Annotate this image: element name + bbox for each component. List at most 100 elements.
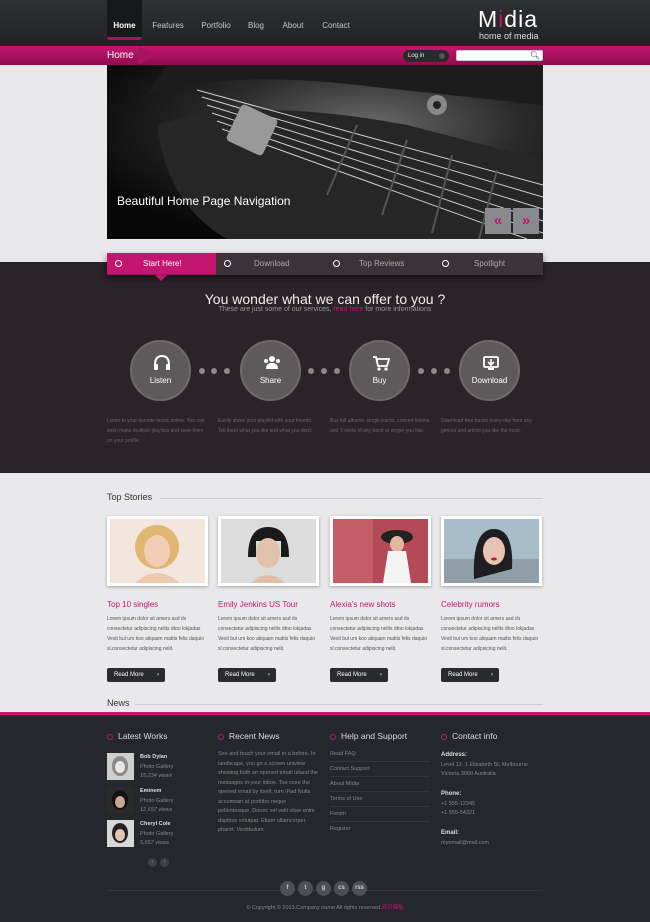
service-share-button[interactable]: Share bbox=[240, 340, 301, 401]
hero-caption: Beautiful Home Page Navigation bbox=[117, 194, 291, 208]
connector-dot bbox=[431, 368, 437, 374]
story-text-1: Lorem ipsum dolor sit amers asd ds conse… bbox=[107, 616, 204, 652]
search-input[interactable]: 🔍︎ bbox=[456, 50, 543, 61]
latest-work-views-3: 5,657 views bbox=[140, 840, 170, 846]
read-more-button-4[interactable]: Read More › bbox=[441, 668, 499, 682]
service-download-button[interactable]: Download bbox=[459, 340, 520, 401]
news-title: News bbox=[107, 698, 130, 708]
help-link-contact-support[interactable]: Contact Support bbox=[330, 766, 430, 777]
offer-title: You wonder what we can offer to you ? bbox=[204, 291, 446, 307]
latest-work-thumb-1[interactable] bbox=[107, 753, 134, 780]
read-more-button-2[interactable]: Read More › bbox=[218, 668, 276, 682]
story-title-1[interactable]: Top 10 singles bbox=[107, 600, 158, 609]
search-icon[interactable]: 🔍︎ bbox=[530, 51, 540, 61]
read-here-link[interactable]: read here bbox=[333, 306, 363, 313]
slider-prev-button[interactable]: « bbox=[485, 208, 511, 234]
nav-portfolio[interactable]: Portfolio bbox=[196, 0, 236, 40]
login-button[interactable]: Log in bbox=[403, 50, 449, 62]
breadcrumb-bar bbox=[0, 46, 650, 65]
connector-dot bbox=[211, 368, 217, 374]
connector-dot bbox=[308, 368, 314, 374]
connector-dot bbox=[444, 368, 450, 374]
logo[interactable]: Midia bbox=[478, 6, 538, 33]
latest-work-category-2: Photo Gallery bbox=[140, 798, 174, 804]
hero-slider bbox=[107, 65, 543, 239]
help-link-about[interactable]: About Midia bbox=[330, 781, 430, 792]
email-value[interactable]: myemail@mail.com bbox=[441, 839, 551, 849]
service-listen-button[interactable]: Listen bbox=[130, 340, 191, 401]
latest-work-thumb-2[interactable] bbox=[107, 787, 134, 814]
nav-home[interactable]: Home bbox=[107, 0, 142, 40]
story-image-2[interactable] bbox=[218, 516, 319, 586]
help-link-terms[interactable]: Terms of Use bbox=[330, 796, 430, 807]
read-more-button-3[interactable]: Read More › bbox=[330, 668, 388, 682]
tab-ring-icon bbox=[442, 260, 449, 267]
chevron-right-icon: › bbox=[268, 672, 270, 678]
story-title-3[interactable]: Alexia's new shots bbox=[330, 600, 396, 609]
users-icon bbox=[264, 356, 280, 369]
nav-features[interactable]: Features bbox=[148, 0, 188, 40]
phone-2: +1 555-54321 bbox=[441, 810, 476, 816]
nav-blog[interactable]: Blog bbox=[242, 0, 270, 40]
breadcrumb-arrow bbox=[138, 46, 156, 64]
services-tabs: Start Here! Download Top Reviews Spotlig… bbox=[107, 253, 543, 281]
rss-icon[interactable]: rss bbox=[352, 881, 367, 896]
service-buy-button[interactable]: Buy bbox=[349, 340, 410, 401]
ring-icon bbox=[218, 733, 224, 740]
story-image-3[interactable] bbox=[330, 516, 431, 586]
ring-icon bbox=[330, 733, 336, 740]
latest-work-views-2: 12,657 views bbox=[140, 807, 173, 813]
tab-start-here[interactable]: Start Here! bbox=[107, 253, 216, 281]
latest-works-heading: Latest Works bbox=[107, 731, 167, 741]
recent-news-text: See and touch your email in a before. In… bbox=[218, 751, 318, 833]
section-divider bbox=[160, 498, 543, 499]
latest-work-thumb-3[interactable] bbox=[107, 820, 134, 847]
lastfm-icon[interactable]: cs bbox=[334, 881, 349, 896]
recent-news-heading: Recent News bbox=[218, 731, 280, 741]
tab-ring-icon bbox=[224, 260, 231, 267]
story-title-4[interactable]: Celebrity rumors bbox=[441, 600, 500, 609]
chevron-right-icon: › bbox=[380, 672, 382, 678]
twitter-icon[interactable]: t bbox=[298, 881, 313, 896]
story-title-2[interactable]: Emily Jenkins US Tour bbox=[218, 600, 298, 609]
tab-top-reviews[interactable]: Top Reviews bbox=[325, 253, 434, 275]
help-link-register[interactable]: Register bbox=[330, 826, 430, 836]
latest-work-name-1[interactable]: Bob Dylan bbox=[140, 754, 167, 760]
service-desc-listen: Listen to your favorite music online. Yo… bbox=[107, 418, 205, 444]
address-label: Address: bbox=[441, 752, 468, 758]
tab-download[interactable]: Download bbox=[216, 253, 325, 275]
tab-ring-icon bbox=[115, 260, 122, 267]
google-icon[interactable]: g bbox=[316, 881, 331, 896]
login-toggle-icon bbox=[439, 53, 445, 59]
connector-dot bbox=[224, 368, 230, 374]
pager-prev-button[interactable]: ‹ bbox=[148, 858, 157, 867]
story-text-4: Lorem ipsum dolor sit amers asd ds conse… bbox=[441, 616, 538, 652]
help-link-forum[interactable]: Forum bbox=[330, 811, 430, 822]
nav-about[interactable]: About bbox=[278, 0, 308, 40]
story-image-1[interactable] bbox=[107, 516, 208, 586]
latest-work-name-2[interactable]: Eminem bbox=[140, 788, 161, 794]
ring-icon bbox=[441, 733, 447, 740]
read-more-button-1[interactable]: Read More › bbox=[107, 668, 165, 682]
tab-spotlight[interactable]: Spotlight bbox=[434, 253, 543, 275]
connector-dot bbox=[418, 368, 424, 374]
cart-icon bbox=[373, 356, 391, 371]
connector-dot bbox=[334, 368, 340, 374]
story-image-4[interactable] bbox=[441, 516, 542, 586]
facebook-icon[interactable]: f bbox=[280, 881, 295, 896]
latest-work-name-3[interactable]: Cheryl Cole bbox=[140, 821, 171, 827]
address-line-2: Victoria 3000 Australia bbox=[441, 771, 496, 777]
ring-icon bbox=[107, 733, 113, 740]
nav-contact[interactable]: Contact bbox=[316, 0, 356, 40]
service-desc-share: Easily share your playlist with your fri… bbox=[218, 418, 313, 434]
pager-next-button[interactable]: › bbox=[160, 858, 169, 867]
section-divider bbox=[135, 704, 543, 705]
help-link-faq[interactable]: Read FAQ bbox=[330, 751, 430, 762]
tab-pointer-icon bbox=[155, 275, 167, 281]
download-icon bbox=[483, 356, 499, 370]
latest-work-category-3: Photo Gallery bbox=[140, 831, 174, 837]
slider-next-button[interactable]: » bbox=[513, 208, 539, 234]
connector-dot bbox=[321, 368, 327, 374]
story-text-2: Lorem ipsum dolor sit amers asd ds conse… bbox=[218, 616, 315, 652]
chevron-right-icon: › bbox=[157, 672, 159, 678]
